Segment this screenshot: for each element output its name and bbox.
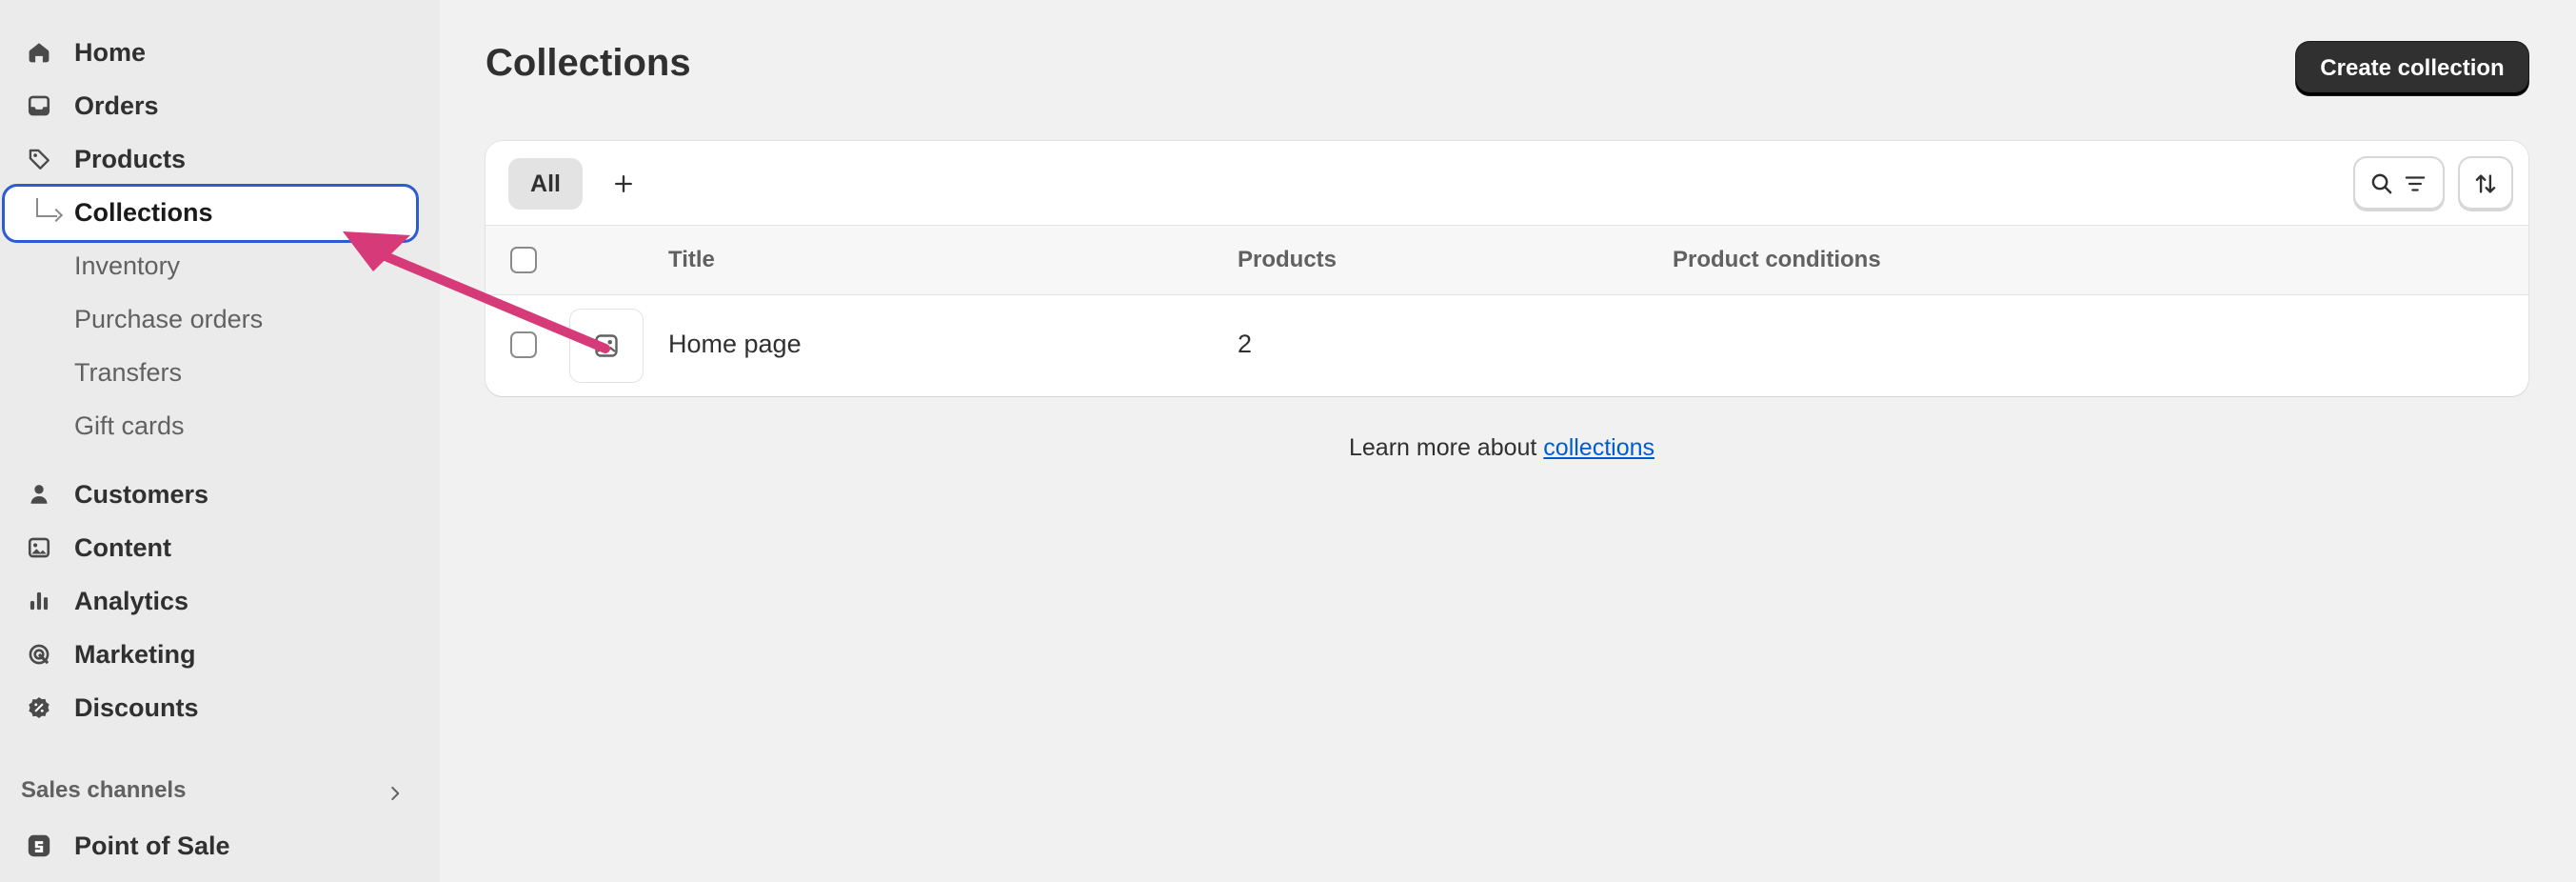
sidebar-item-label: Home <box>74 37 147 67</box>
search-icon <box>2371 173 2392 194</box>
collections-help-link[interactable]: collections <box>1543 434 1655 461</box>
sidebar-item-label: Purchase orders <box>74 304 264 333</box>
discount-badge-icon <box>25 693 53 722</box>
create-collection-button[interactable]: Create collection <box>2296 42 2528 95</box>
plus-icon <box>615 175 632 192</box>
sidebar-item-transfers[interactable]: Transfers <box>0 351 419 393</box>
sidebar-item-label: Point of Sale <box>74 831 230 860</box>
person-icon <box>25 480 53 509</box>
table-header-row: Title Products Product conditions <box>485 225 2528 295</box>
collection-title[interactable]: Home page <box>668 330 802 359</box>
page-title: Collections <box>485 42 691 84</box>
sales-channels-heading[interactable]: Sales channels <box>21 777 186 804</box>
sidebar-item-label: Transfers <box>74 357 183 387</box>
target-icon <box>25 640 53 669</box>
chevron-right-icon[interactable] <box>385 783 406 804</box>
sidebar-item-label: Inventory <box>74 251 181 280</box>
sidebar-item-home[interactable]: Home <box>0 31 419 73</box>
sidebar-item-discounts[interactable]: Discounts <box>0 687 419 729</box>
sidebar-item-customers[interactable]: Customers <box>0 473 419 515</box>
sidebar-item-label: Gift cards <box>74 411 185 440</box>
sidebar-item-label: Marketing <box>74 639 196 669</box>
sidebar-item-label: Analytics <box>74 586 189 615</box>
sidebar-item-purchase-orders[interactable]: Purchase orders <box>0 298 419 340</box>
sidebar-item-label: Orders <box>74 90 159 120</box>
home-icon <box>25 38 53 67</box>
content-icon <box>25 533 53 562</box>
column-header-title[interactable]: Title <box>668 247 715 273</box>
sidebar-item-inventory[interactable]: Inventory <box>0 245 419 287</box>
inbox-icon <box>25 91 53 120</box>
search-filter-button[interactable] <box>2355 158 2443 210</box>
select-all-checkbox[interactable] <box>510 247 537 273</box>
sidebar-item-products[interactable]: Products <box>0 138 419 180</box>
add-view-button[interactable] <box>598 158 649 210</box>
sidebar-item-gift-cards[interactable]: Gift cards <box>0 405 419 447</box>
collections-card: All Title Products Product conditions Ho… <box>485 141 2528 396</box>
sidebar-item-collections[interactable]: Collections <box>0 191 419 233</box>
table-row[interactable]: Home page 2 <box>485 295 2528 396</box>
sidebar-item-label: Customers <box>74 479 209 509</box>
collection-product-count: 2 <box>1238 330 1253 358</box>
sidebar-item-point-of-sale[interactable]: Point of Sale <box>0 825 419 867</box>
sort-button[interactable] <box>2460 158 2511 210</box>
pos-icon <box>25 832 53 860</box>
sidebar: Home Orders Products Collections Invento… <box>0 0 440 882</box>
column-header-product-conditions[interactable]: Product conditions <box>1673 247 1881 273</box>
column-header-products[interactable]: Products <box>1238 247 1337 273</box>
sidebar-item-label: Collections <box>74 197 213 227</box>
tab-all[interactable]: All <box>508 158 583 210</box>
sidebar-item-marketing[interactable]: Marketing <box>0 633 419 675</box>
tag-icon <box>25 145 53 173</box>
filter-icon <box>2405 176 2426 191</box>
sidebar-item-analytics[interactable]: Analytics <box>0 580 419 622</box>
bar-chart-icon <box>25 587 53 615</box>
sidebar-item-label: Content <box>74 532 171 562</box>
row-checkbox[interactable] <box>510 331 537 358</box>
sidebar-item-label: Products <box>74 144 187 173</box>
collection-thumbnail <box>569 309 644 383</box>
learn-more-text: Learn more about <box>1349 434 1544 461</box>
sort-icon <box>2475 174 2496 193</box>
sidebar-item-label: Discounts <box>74 692 199 722</box>
sidebar-item-content[interactable]: Content <box>0 527 419 569</box>
image-placeholder-icon <box>595 334 618 357</box>
sidebar-item-orders[interactable]: Orders <box>0 85 419 127</box>
